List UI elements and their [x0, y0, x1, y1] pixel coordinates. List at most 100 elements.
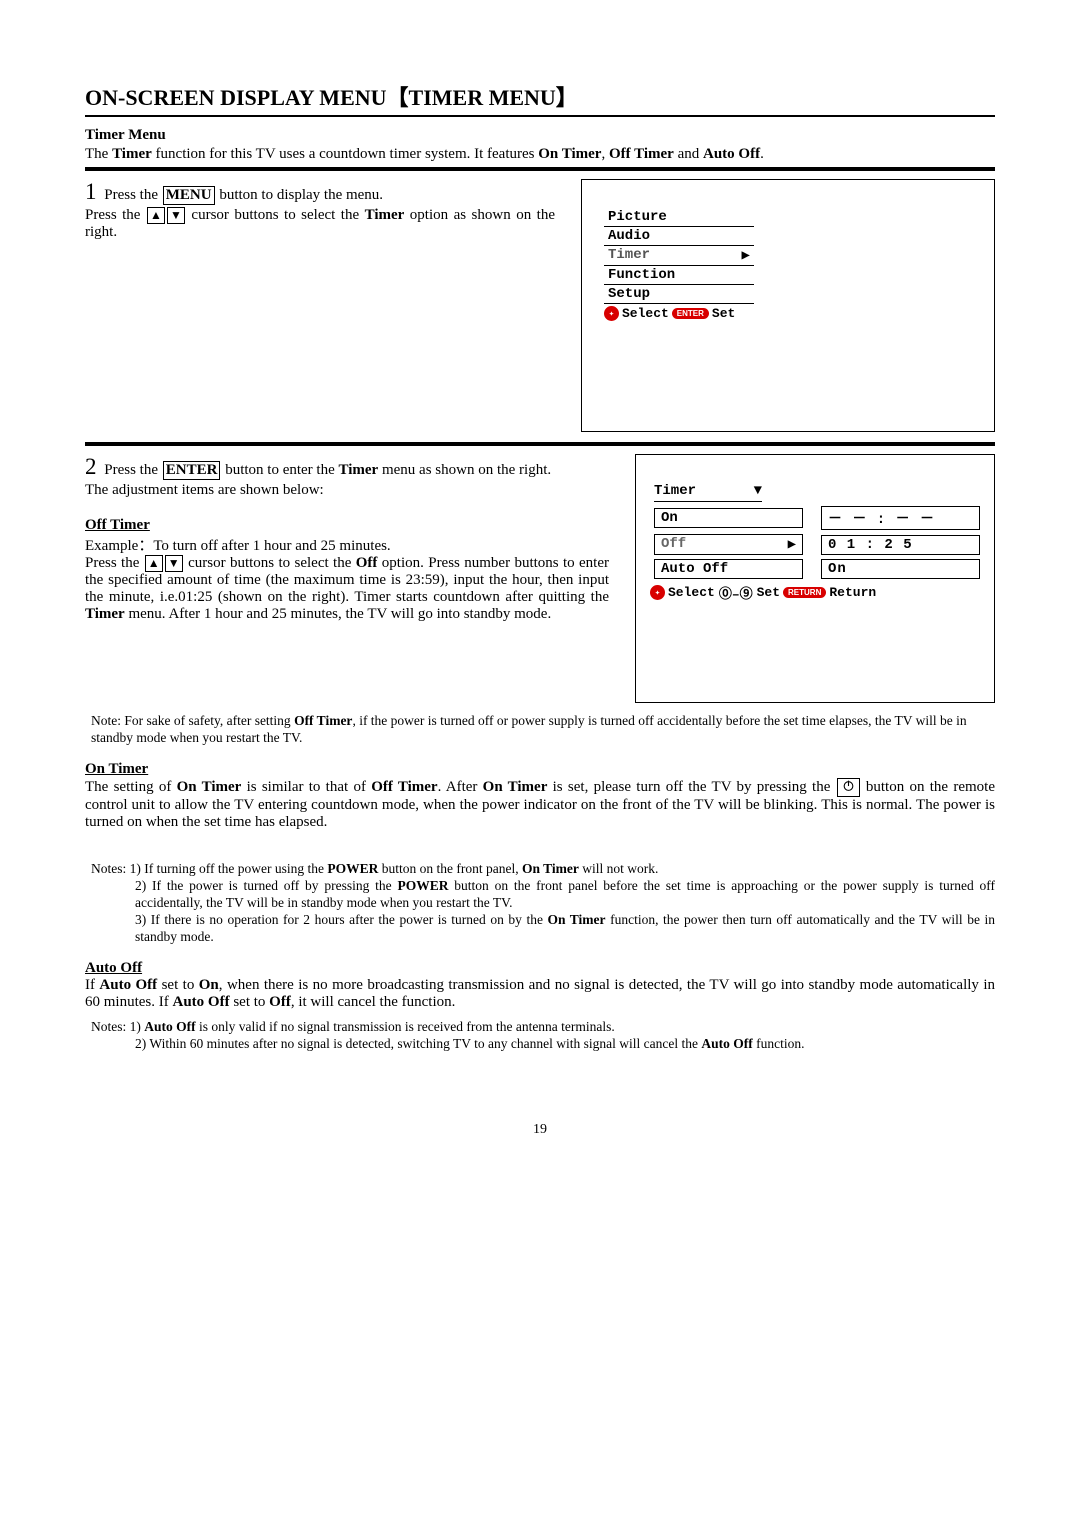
t: Off Timer: [609, 146, 674, 162]
footer-select: Select: [622, 306, 669, 321]
t: Off: [356, 555, 378, 571]
menu-label: Function: [608, 267, 675, 283]
t: cursor buttons to select the: [184, 555, 356, 571]
t: 2) Within 60 minutes after no signal is …: [135, 1036, 701, 1051]
timer-value-autooff[interactable]: On: [821, 559, 980, 579]
t: On Timer: [538, 146, 601, 162]
timer-value-off[interactable]: 0 1 : 2 5: [821, 535, 980, 555]
osd-timer-menu: Timer ▼ On － － : － － Off ▶ 0 1 : 2 5 Auto…: [635, 454, 995, 703]
menu-label: Picture: [608, 209, 667, 225]
timer-footer: ✦ Select ⓪–⑨ Set RETURN Return: [650, 583, 980, 602]
t: Select: [668, 585, 715, 600]
value: 0 1 : 2 5: [828, 537, 913, 553]
t: , it will cancel the function.: [291, 994, 456, 1010]
t: Off: [269, 994, 291, 1010]
t: will not work.: [579, 861, 659, 876]
osd-main-menu: Picture Audio Timer ▶ Function Setup ✦ Se…: [581, 179, 995, 432]
label: On: [661, 510, 678, 526]
t: The setting of: [85, 779, 177, 795]
t: set to: [157, 977, 199, 993]
menu-key: MENU: [163, 186, 215, 205]
t: is similar to that of: [241, 779, 371, 795]
timer-menu-title: Timer ▼: [654, 483, 762, 502]
menu-item-setup[interactable]: Setup: [604, 285, 754, 304]
down-arrow-key: ▼: [167, 207, 185, 224]
t: On Timer: [522, 861, 579, 876]
down-arrow-key: ▼: [165, 555, 183, 572]
t: Press the: [104, 462, 162, 478]
intro-rule: [85, 167, 995, 171]
nav-ball-icon: ✦: [650, 585, 665, 600]
t: If: [85, 977, 99, 993]
t: Timer: [365, 207, 405, 223]
auto-off-paragraph: If Auto Off set to On, when there is no …: [85, 977, 995, 1011]
t: . After: [438, 779, 483, 795]
up-arrow-key: ▲: [147, 207, 165, 224]
footer-set: Set: [712, 306, 735, 321]
off-timer-note: Note: For sake of safety, after setting …: [91, 713, 995, 747]
menu-item-function[interactable]: Function: [604, 266, 754, 285]
off-timer-example: Example：To turn off after 1 hour and 25 …: [85, 534, 609, 555]
up-arrow-key: ▲: [145, 555, 163, 572]
timer-row-autooff[interactable]: Auto Off: [654, 559, 803, 579]
t: ,: [601, 146, 609, 162]
right-arrow-icon: ▶: [742, 247, 750, 264]
t: Return: [829, 585, 876, 600]
page-number: 19: [85, 1122, 995, 1138]
t: On Timer: [483, 779, 548, 795]
t: 2) If the power is turned off by pressin…: [135, 878, 397, 893]
section-title: Timer Menu: [85, 127, 995, 144]
on-timer-heading: On Timer: [85, 761, 148, 777]
menu-label: Timer: [608, 247, 650, 264]
on-timer-notes: Notes: 1) If turning off the power using…: [91, 861, 995, 945]
t: Notes: 1): [91, 1019, 144, 1034]
menu-label: Setup: [608, 286, 650, 302]
t: Auto Off: [144, 1019, 195, 1034]
t: is set, please turn off the TV by pressi…: [547, 779, 835, 795]
t: Off Timer: [371, 779, 437, 795]
value: － － : － －: [828, 508, 935, 528]
t: Auto Off: [701, 1036, 752, 1051]
enter-pill-icon: ENTER: [672, 308, 709, 319]
t: The adjustment items are shown below:: [85, 482, 609, 499]
t: Timer: [85, 606, 125, 622]
t: menu as shown on the right.: [378, 462, 551, 478]
t: Press the: [85, 207, 146, 223]
off-timer-paragraph: Press the ▲▼ cursor buttons to select th…: [85, 555, 609, 623]
enter-key: ENTER: [163, 461, 221, 480]
step1-text: 1 Press the MENU button to display the m…: [85, 179, 575, 241]
menu-item-audio[interactable]: Audio: [604, 227, 754, 246]
power-key-icon: [837, 778, 860, 798]
t: Note: For sake of safety, after setting: [91, 713, 294, 728]
menu-item-timer[interactable]: Timer ▶: [604, 246, 754, 266]
t: Notes: 1) If turning off the power using…: [91, 861, 327, 876]
osd-footer: ✦ Select ENTER Set: [604, 306, 754, 321]
t: function.: [753, 1036, 805, 1051]
t: button on the front panel,: [378, 861, 522, 876]
t: Timer: [654, 483, 696, 499]
t: On Timer: [177, 779, 242, 795]
intro-text: The Timer function for this TV uses a co…: [85, 146, 995, 163]
on-timer-paragraph: The setting of On Timer is similar to th…: [85, 778, 995, 832]
t: Set: [757, 585, 780, 600]
menu-item-picture[interactable]: Picture: [604, 208, 754, 227]
timer-row-on[interactable]: On: [654, 508, 803, 528]
timer-value-on[interactable]: － － : － －: [821, 506, 980, 530]
t: Auto Off: [99, 977, 157, 993]
t: set to: [230, 994, 270, 1010]
t: Timer: [339, 462, 379, 478]
down-arrow-icon: ▼: [754, 483, 762, 499]
label: Off: [661, 536, 686, 553]
t: button to display the menu.: [216, 187, 383, 203]
return-pill-icon: RETURN: [783, 587, 826, 598]
t: .: [760, 146, 764, 162]
t: POWER: [397, 878, 448, 893]
t: Auto Off: [173, 994, 230, 1010]
t: On: [199, 977, 219, 993]
t: POWER: [327, 861, 378, 876]
page-title: ON-SCREEN DISPLAY MENU【TIMER MENU】: [85, 80, 995, 112]
t: The: [85, 146, 112, 162]
timer-row-off[interactable]: Off ▶: [654, 534, 803, 555]
right-arrow-icon: ▶: [788, 536, 796, 553]
t: Press the: [85, 555, 144, 571]
